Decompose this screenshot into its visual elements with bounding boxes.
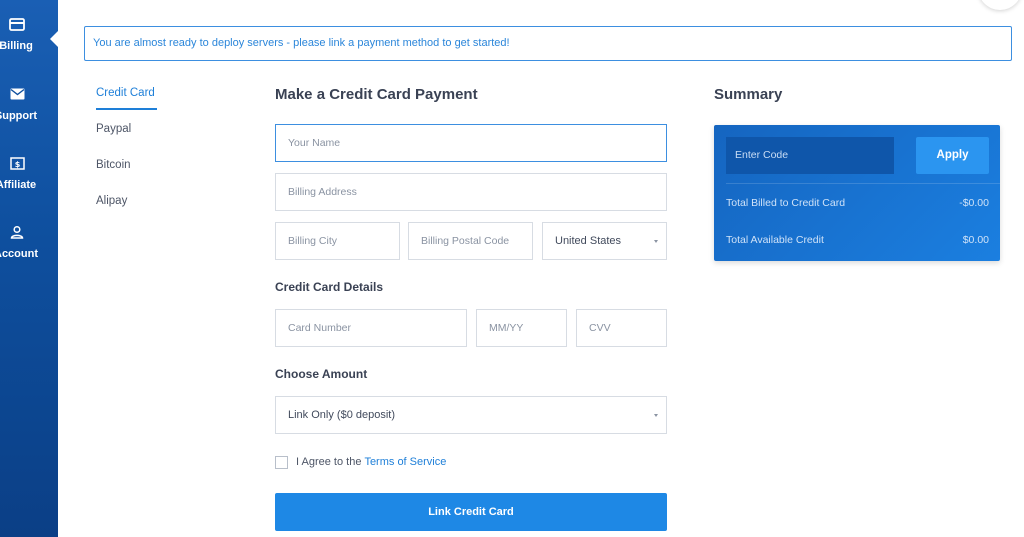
terms-of-service-link[interactable]: Terms of Service	[364, 456, 446, 468]
summary-card: Enter Code Apply Total Billed to Credit …	[714, 125, 1000, 261]
summary-value: -$0.00	[959, 197, 989, 209]
expiry-input[interactable]: MM/YY	[476, 309, 567, 347]
terms-checkbox[interactable]	[275, 455, 288, 469]
link-credit-card-button[interactable]: Link Credit Card	[275, 493, 667, 531]
amount-value: Link Only ($0 deposit)	[288, 409, 395, 421]
nav-item-label: Support	[0, 110, 38, 122]
billing-postal-input[interactable]: Billing Postal Code	[408, 222, 533, 260]
card-details-heading: Credit Card Details	[275, 280, 384, 294]
active-tab-underline	[96, 108, 157, 110]
chevron-down-icon	[654, 414, 658, 417]
terms-agreement: I Agree to the Terms of Service	[275, 454, 446, 470]
nav-item-label: Affiliate	[0, 179, 37, 191]
summary-row-billed: Total Billed to Credit Card -$0.00	[726, 197, 989, 211]
tab-alipay[interactable]: Alipay	[96, 195, 127, 207]
nav-item-account[interactable]: Account	[0, 224, 58, 280]
summary-label: Total Available Credit	[726, 234, 824, 246]
credit-card-icon	[8, 16, 26, 32]
choose-amount-heading: Choose Amount	[275, 367, 368, 381]
dollar-icon: $	[8, 155, 26, 171]
chevron-down-icon	[654, 240, 658, 243]
active-nav-indicator	[50, 30, 59, 48]
nav-item-label: Account	[0, 248, 38, 260]
sidebar-nav: Billing Support $ Affiliate Account	[0, 0, 58, 537]
svg-text:$: $	[14, 160, 20, 169]
summary-value: $0.00	[962, 234, 989, 246]
cvv-input[interactable]: CVV	[576, 309, 667, 347]
summary-label: Total Billed to Credit Card	[726, 197, 846, 209]
summary-row-credit: Total Available Credit $0.00	[726, 234, 989, 248]
user-avatar[interactable]	[978, 0, 1022, 10]
alert-text: You are almost ready to deploy servers -…	[93, 37, 510, 49]
user-icon	[8, 224, 26, 240]
amount-select[interactable]: Link Only ($0 deposit)	[275, 396, 667, 434]
tab-paypal[interactable]: Paypal	[96, 123, 131, 135]
nav-item-affiliate[interactable]: $ Affiliate	[0, 155, 58, 211]
nav-item-label: Billing	[0, 40, 33, 52]
nav-item-support[interactable]: Support	[0, 86, 58, 142]
summary-title: Summary	[714, 86, 783, 103]
country-value: United States	[555, 235, 622, 247]
card-number-input[interactable]: Card Number	[275, 309, 467, 347]
form-title: Make a Credit Card Payment	[275, 86, 478, 103]
country-select[interactable]: United States	[542, 222, 667, 260]
tab-bitcoin[interactable]: Bitcoin	[96, 159, 131, 171]
billing-city-input[interactable]: Billing City	[275, 222, 400, 260]
envelope-icon	[8, 86, 26, 102]
agree-label: I Agree to the	[296, 456, 362, 468]
billing-address-input[interactable]: Billing Address	[275, 173, 667, 211]
apply-button[interactable]: Apply	[916, 137, 989, 174]
name-input[interactable]: Your Name	[275, 124, 667, 162]
promo-code-input[interactable]: Enter Code	[726, 137, 894, 174]
info-alert: You are almost ready to deploy servers -…	[84, 26, 1012, 61]
tab-credit-card[interactable]: Credit Card	[96, 87, 155, 99]
divider	[726, 183, 1000, 184]
